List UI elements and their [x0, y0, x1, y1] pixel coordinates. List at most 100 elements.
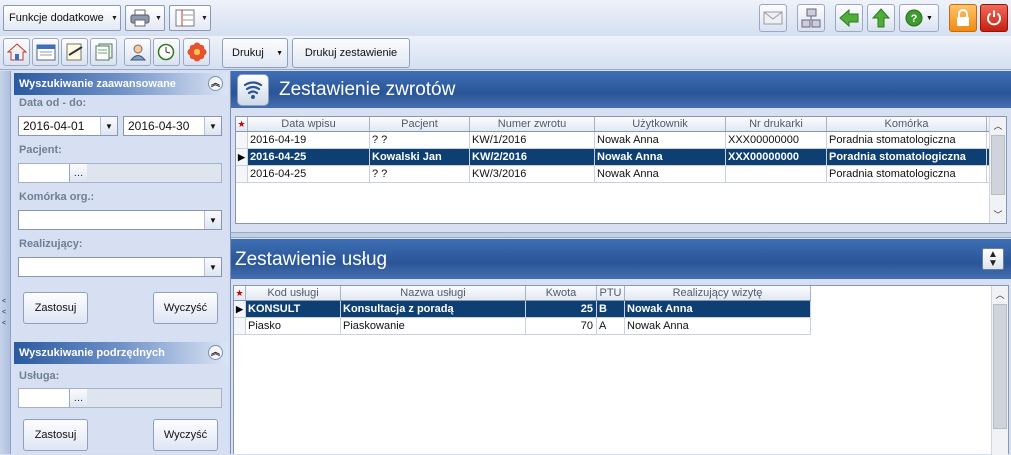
- date-to-value: 2016-04-30: [128, 119, 190, 133]
- column-header[interactable]: Data wpisu: [248, 117, 370, 131]
- back-arrow-icon: [839, 9, 859, 27]
- sub-apply-button[interactable]: Zastosuj: [23, 419, 88, 451]
- view-layout-icon: [170, 9, 199, 27]
- network-icon: [801, 8, 821, 28]
- sub-panel-header: Wyszukiwanie podrzędnych ︽: [14, 342, 228, 364]
- documents-button[interactable]: [90, 38, 117, 66]
- splitter[interactable]: [231, 232, 1011, 238]
- scrollbar-thumb[interactable]: [993, 304, 1007, 429]
- search-sidebar: < < < Wyszukiwanie zaawansowane ︽ Data o…: [0, 71, 229, 454]
- ellipsis-icon[interactable]: …: [69, 389, 87, 407]
- column-header[interactable]: Numer zwrotu: [470, 117, 595, 131]
- lock-icon: [957, 9, 969, 26]
- drukuj-label: Drukuj: [232, 47, 264, 59]
- pacjent-input[interactable]: [19, 164, 69, 182]
- row-pointer-icon: ▶: [236, 149, 248, 165]
- ellipsis-icon[interactable]: …: [69, 164, 87, 182]
- usluga-field[interactable]: …: [18, 388, 222, 408]
- main-content: Zestawienie zwrotów ★ Data wpisu Pacjent…: [230, 71, 1011, 455]
- sub-panel-title: Wyszukiwanie podrzędnych: [19, 347, 165, 359]
- services-header: Zestawienie usług ▲ ▼: [231, 239, 1011, 279]
- apply-label: Zastosuj: [34, 302, 77, 314]
- wifi-signal-icon: [237, 74, 269, 106]
- apply-button[interactable]: Zastosuj: [23, 292, 88, 324]
- scroll-up-icon[interactable]: ︿: [990, 117, 1006, 134]
- sub-clear-button[interactable]: Wyczyść: [153, 419, 218, 451]
- funkcje-dodatkowe-dropdown[interactable]: Funkcje dodatkowe ▼: [3, 5, 121, 31]
- chevron-down-icon: ▼: [276, 49, 283, 57]
- chevron-down-icon[interactable]: ▼: [100, 117, 117, 135]
- clear-label: Wyczyść: [163, 302, 208, 314]
- toolbar-modules: Drukuj ▼ Drukuj zestawienie: [0, 36, 1011, 70]
- realizujacy-select[interactable]: ▼: [18, 257, 222, 277]
- table-row-selected[interactable]: ▶ 2016-04-25 Kowalski Jan KW/2/2016 Nowa…: [236, 149, 1006, 166]
- prescription-button[interactable]: [61, 38, 88, 66]
- search-panel-title: Wyszukiwanie zaawansowane: [19, 78, 176, 90]
- chevron-down-icon[interactable]: ▼: [204, 211, 221, 229]
- date-label: Data od - do:: [19, 97, 87, 109]
- returns-title: Zestawienie zwrotów: [279, 79, 456, 100]
- column-header[interactable]: Nazwa usługi: [341, 286, 526, 300]
- date-from-picker[interactable]: 2016-04-01 ▼: [18, 116, 118, 136]
- back-button[interactable]: [835, 4, 863, 32]
- chevron-left-icon: <: [2, 309, 7, 316]
- table-row[interactable]: 2016-04-25 ? ? KW/3/2016 Nowak Anna Pora…: [236, 166, 1006, 183]
- chevron-left-icon: <: [2, 320, 7, 327]
- toolbar-top: Funkcje dodatkowe ▼ ▼ ▼ ? ▼: [0, 0, 1011, 36]
- settings-flower-button[interactable]: [183, 38, 210, 66]
- usluga-input[interactable]: [19, 389, 69, 407]
- scroll-down-icon[interactable]: ﹀: [990, 206, 1006, 223]
- column-header[interactable]: Kod usługi: [246, 286, 341, 300]
- scrollbar-thumb[interactable]: [991, 135, 1005, 195]
- date-to-picker[interactable]: 2016-04-30 ▼: [123, 116, 222, 136]
- print-dropdown[interactable]: ▼: [125, 5, 165, 31]
- table-row-selected[interactable]: ▶ KONSULT Konsultacja z poradą 25 B Nowa…: [234, 301, 811, 318]
- collapse-icon[interactable]: ︽: [208, 76, 223, 91]
- view-layout-dropdown[interactable]: ▼: [169, 5, 211, 31]
- up-button[interactable]: [867, 4, 895, 32]
- lock-button[interactable]: [949, 4, 977, 32]
- returns-scrollbar[interactable]: ︿ ﹀: [989, 117, 1006, 223]
- returns-header: Zestawienie zwrotów: [231, 71, 1011, 108]
- asterisk-icon: ★: [236, 117, 248, 131]
- komorka-label: Komórka org.:: [19, 191, 95, 203]
- services-scrollbar[interactable]: ︿: [991, 286, 1008, 455]
- collapse-icon[interactable]: ︽: [208, 345, 223, 360]
- table-row[interactable]: Piasko Piaskowanie 70 A Nowak Anna: [234, 318, 811, 335]
- network-button[interactable]: [797, 4, 825, 32]
- calendar-button[interactable]: [32, 38, 59, 66]
- chevron-left-icon: <: [2, 298, 7, 305]
- realizujacy-label: Realizujący:: [19, 238, 83, 250]
- chevron-down-icon[interactable]: ▼: [204, 258, 221, 276]
- expand-collapse-icon[interactable]: ▲ ▼: [982, 248, 1004, 270]
- clock-button[interactable]: [153, 38, 180, 66]
- column-header[interactable]: Komórka: [827, 117, 987, 131]
- help-dropdown[interactable]: ? ▼: [899, 4, 939, 32]
- printer-icon: [126, 9, 153, 27]
- column-header[interactable]: Realizujący wizytę: [625, 286, 811, 300]
- column-header[interactable]: Nr drukarki: [726, 117, 827, 131]
- chevron-down-icon[interactable]: ▼: [204, 117, 221, 135]
- patients-button[interactable]: [124, 38, 151, 66]
- column-header[interactable]: Pacjent: [370, 117, 470, 131]
- table-row[interactable]: 2016-04-19 ? ? KW/1/2016 Nowak Anna XXX0…: [236, 132, 1006, 149]
- column-header[interactable]: PTU: [597, 286, 625, 300]
- pacjent-label: Pacjent:: [19, 144, 62, 156]
- pacjent-field[interactable]: …: [18, 163, 222, 183]
- prescription-icon: [66, 43, 83, 61]
- scroll-up-icon[interactable]: ︿: [992, 286, 1008, 303]
- usluga-label: Usługa:: [19, 370, 60, 382]
- returns-header-row: ★ Data wpisu Pacjent Numer zwrotu Użytko…: [236, 117, 1006, 132]
- power-button[interactable]: [980, 4, 1008, 32]
- home-button[interactable]: [3, 38, 30, 66]
- mail-button[interactable]: [759, 4, 787, 32]
- clear-button[interactable]: Wyczyść: [153, 292, 218, 324]
- help-icon: ?: [905, 9, 923, 27]
- funkcje-dodatkowe-label: Funkcje dodatkowe: [9, 12, 104, 24]
- drukuj-button[interactable]: Drukuj ▼: [222, 38, 288, 68]
- komorka-select[interactable]: ▼: [18, 210, 222, 230]
- sidebar-collapse-strip[interactable]: < < <: [0, 71, 11, 454]
- column-header[interactable]: Kwota: [526, 286, 597, 300]
- column-header[interactable]: Użytkownik: [595, 117, 726, 131]
- drukuj-zestawienie-button[interactable]: Drukuj zestawienie: [292, 38, 410, 68]
